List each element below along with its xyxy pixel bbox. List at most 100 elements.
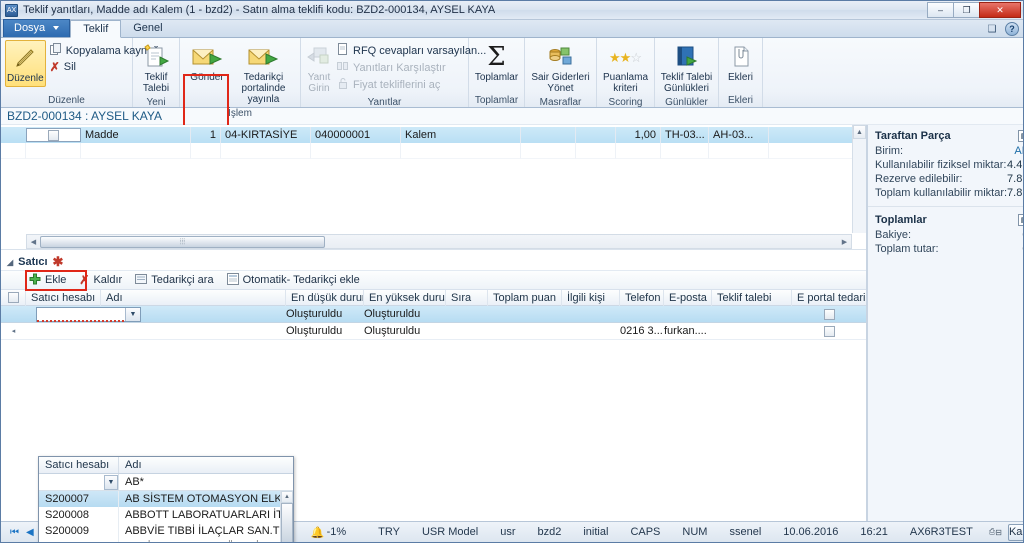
scroll-left-icon[interactable]: ◀: [27, 235, 40, 248]
grid-icon[interactable]: ▤: [1018, 130, 1023, 142]
column-header-sira[interactable]: Sıra: [446, 289, 488, 306]
minimize-button[interactable]: –: [927, 2, 954, 18]
grid-icon[interactable]: ▤: [1018, 214, 1023, 226]
column-header-en-dusuk-durum[interactable]: En düşük durum: [286, 289, 364, 306]
column-header-e-posta[interactable]: E-posta: [664, 289, 712, 306]
satici-toolbar: Ekle ✗ Kaldır Tedarikçi ara Otomatik- Te…: [1, 270, 866, 291]
ribbon-group-islem: Gönder Tedarikçi portalinde yayınla İşle…: [180, 38, 301, 119]
kaldir-button[interactable]: ✗ Kaldır: [75, 272, 129, 288]
chevron-down-icon[interactable]: ▼: [104, 474, 118, 490]
ribbon-group-duzenle: Düzenle Kopyalama kaynağı ✗ Sil Düzenle: [1, 38, 162, 107]
column-header-adi[interactable]: Adı: [101, 289, 286, 306]
toplamlar-button[interactable]: Σ Toplamlar: [473, 40, 520, 85]
hscroll-thumb[interactable]: ⦙⦙⦙: [40, 235, 325, 248]
lookup-vertical-scrollbar[interactable]: ▲ ▼: [280, 491, 293, 542]
window-restore-icon[interactable]: ❑: [985, 22, 999, 36]
list-item[interactable]: S200008 ABBOTT LABORATUARLARI İTH. İHR.: [39, 507, 293, 523]
taraftan-parca-title-row: Taraftan Parça ▤ ⌃: [875, 128, 1023, 144]
toplamlar-row-0: Bakiye: 0,00: [875, 228, 1023, 242]
first-record-icon[interactable]: ⏮: [10, 527, 19, 538]
copy-icon: [49, 43, 62, 58]
chevron-down-icon[interactable]: ▼: [125, 307, 140, 321]
cell-name: Kalem: [401, 127, 521, 143]
kapat-button[interactable]: Kapat: [1007, 523, 1023, 541]
lines-grid-horizontal-scrollbar[interactable]: ◀ ⦙⦙⦙ ▶: [26, 234, 852, 249]
otomatik-tedarikci-ekle-button[interactable]: Otomatik- Tedarikçi ekle: [223, 272, 367, 289]
yanitlari-karsilastir-button[interactable]: Yanıtları Karşılaştır: [334, 59, 489, 76]
list-item[interactable]: S200009 ABBVİE TIBBİ İLAÇLAR SAN.TİC.LTD…: [39, 523, 293, 539]
lines-grid-vertical-scrollbar[interactable]: ▲: [852, 125, 866, 233]
scroll-right-icon[interactable]: ▶: [838, 235, 851, 248]
maximize-button[interactable]: ❐: [953, 2, 980, 18]
cell-min-status-2: Oluşturuldu: [286, 325, 343, 337]
scroll-up-icon[interactable]: ▲: [853, 125, 866, 139]
teklif-talebi-label: Teklif Talebi: [142, 72, 170, 94]
teklif-talebi-button[interactable]: Teklif Talebi: [137, 40, 175, 96]
column-header-en-yuksek-durum[interactable]: En yüksek durum: [364, 289, 446, 306]
eportal-checkbox-1[interactable]: [823, 308, 835, 320]
send-envelope-icon: [191, 42, 223, 72]
tab-teklif[interactable]: Teklif: [70, 20, 122, 38]
lookup-vscroll-thumb[interactable]: [281, 503, 293, 542]
duzenle-button[interactable]: Düzenle: [5, 40, 46, 87]
toplam-kullanilabilir-miktar-label: Toplam kullanılabilir miktar:: [875, 187, 1008, 199]
satici-row-editing[interactable]: ▼ Oluşturuldu Oluşturuldu: [1, 306, 866, 323]
row-checkbox[interactable]: [48, 129, 59, 141]
tedarikci-portalinde-yayinla-button[interactable]: Tedarikçi portalinde yayınla: [231, 40, 296, 107]
tedarikci-ara-button[interactable]: Tedarikçi ara: [131, 272, 220, 289]
eportal-checkbox-2[interactable]: [823, 325, 835, 337]
window-controls[interactable]: – ❐ ✕: [927, 2, 1021, 18]
cell-category: 04-KIRTASİYE: [221, 127, 311, 143]
column-header-satici-hesabi[interactable]: Satıcı hesabı: [26, 289, 101, 306]
yanit-girin-button[interactable]: Yanıt Girin: [305, 40, 333, 96]
collapse-icon[interactable]: ◢: [7, 258, 13, 267]
ribbon-group-gunlukler: Teklif Talebi Günlükleri Günlükler: [655, 38, 719, 108]
tab-dosya[interactable]: Dosya: [3, 19, 71, 37]
kullanilabilir-fiziksel-miktar-label: Kullanılabilir fiziksel miktar:: [875, 159, 1007, 171]
sair-giderleri-yonet-button[interactable]: Sair Giderleri Yönet: [529, 40, 592, 96]
satici-section-header[interactable]: ◢ Satıcı ✱: [1, 254, 866, 270]
lookup-column-adi[interactable]: Adı: [119, 457, 293, 473]
yanitlari-karsilastir-label: Yanıtları Karşılaştır: [353, 61, 446, 74]
satici-row-2[interactable]: ◂ Oluşturuldu Oluşturuldu 0216 3... furk…: [1, 323, 866, 340]
column-header-e-portal-tedarikcisi-mi[interactable]: E portal tedarikçisi mi: [792, 290, 866, 306]
toplamlar-title: Toplamlar: [875, 214, 927, 226]
ribbon-group-gunlukler-label: Günlükler: [665, 97, 708, 108]
ekleri-button[interactable]: Ekleri: [723, 40, 758, 85]
status-layout: initial: [583, 526, 609, 538]
lookup-scroll-up-icon[interactable]: ▲: [281, 491, 293, 503]
gonder-button[interactable]: Gönder: [184, 40, 230, 85]
list-item[interactable]: S200007 AB SİSTEM OTOMASYON ELK.SAN.Dİ: [39, 491, 293, 507]
help-icon[interactable]: ?: [1005, 22, 1019, 36]
lookup-account-2: S200009: [39, 523, 119, 539]
session-icon[interactable]: ⊟: [995, 525, 1002, 540]
fiyat-tekliflerini-ac-button[interactable]: Fiyat tekliflerini aç: [334, 76, 489, 93]
ribbon-group-ekleri: Ekleri Ekleri: [719, 38, 763, 107]
column-header-teklif-talebi[interactable]: Teklif talebi: [712, 289, 792, 306]
column-header-ilgili-kisi[interactable]: İlgili kişi: [562, 289, 620, 306]
cell-line: 1: [191, 127, 221, 143]
rfq-cevaplari-varsayilan-button[interactable]: RFQ cevapları varsayılan...: [334, 42, 489, 59]
ribbon-group-duzenle-label: Düzenle: [48, 95, 85, 106]
lookup-list[interactable]: S200007 AB SİSTEM OTOMASYON ELK.SAN.Dİ S…: [39, 491, 293, 542]
previous-record-icon[interactable]: ◀: [26, 527, 34, 538]
ekle-button[interactable]: Ekle: [25, 272, 73, 289]
satici-hesabi-combo[interactable]: ▼: [36, 306, 141, 322]
teklif-talebi-gunlukleri-button[interactable]: Teklif Talebi Günlükleri: [659, 40, 714, 96]
lookup-column-satici-hesabi[interactable]: Satıcı hesabı: [39, 457, 119, 473]
list-item[interactable]: S200010 ABDİK DAYANIKLI TÜKETİM MALLAR: [39, 539, 293, 542]
table-row[interactable]: Madde 1 04-KIRTASİYE 040000001 Kalem 1,0…: [1, 127, 866, 143]
birim-value[interactable]: ADET: [1014, 144, 1023, 158]
puanlama-kriteri-button[interactable]: ★★ ☆ Puanlama kriteri: [601, 40, 650, 96]
enter-reply-icon: [306, 42, 332, 72]
vendor-lookup-popup: Satıcı hesabı Adı ▼ AB* S200007 AB SİSTE…: [38, 456, 294, 542]
select-all-checkbox[interactable]: [7, 292, 19, 303]
lookup-filter-account[interactable]: ▼: [39, 474, 119, 490]
close-button[interactable]: ✕: [979, 2, 1021, 18]
pencil-icon-svg: [16, 49, 35, 67]
lookup-filter-name-input[interactable]: AB*: [119, 474, 293, 490]
tab-genel[interactable]: Genel: [121, 19, 174, 37]
column-header-toplam-puan[interactable]: Toplam puan: [488, 289, 562, 306]
ribbon-group-masraflar-label: Masraflar: [539, 97, 582, 108]
column-header-telefon[interactable]: Telefon: [620, 289, 664, 306]
